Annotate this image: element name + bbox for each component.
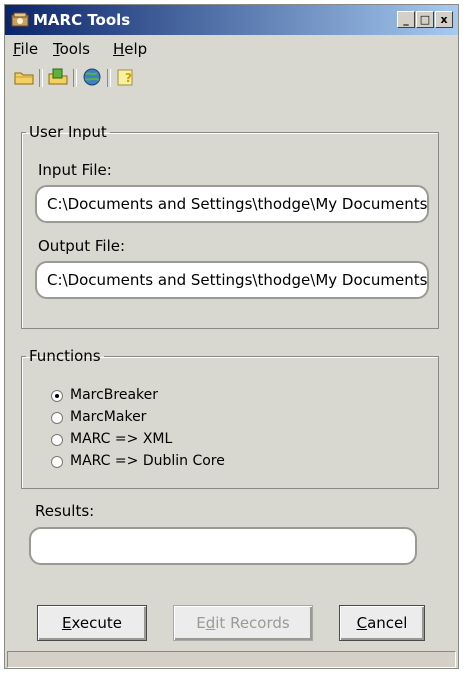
marc-tools-window: MARC Tools _ □ x File Tools Help ? User … [4,4,459,669]
output-file-field[interactable]: C:\Documents and Settings\thodge\My Docu… [35,261,429,299]
radio-label: MARC => Dublin Core [70,453,225,469]
output-file-label: Output File: [38,237,126,255]
radio-selected-dot [55,394,59,398]
toolbar: ? [5,63,458,93]
toolbar-separator [39,69,43,87]
radio-label: MarcBreaker [70,387,159,403]
edit-records-button[interactable]: Edit Records [173,605,313,641]
menu-bar: File Tools Help [5,38,458,60]
input-file-label: Input File: [38,161,112,179]
menu-help[interactable]: Help [113,40,147,58]
title-bar[interactable]: MARC Tools _ □ x [5,5,458,35]
maximize-button[interactable]: □ [416,11,434,28]
cancel-button[interactable]: Cancel [339,605,425,641]
menu-tools[interactable]: Tools [53,40,90,58]
radio-label: MARC => XML [70,431,173,447]
input-file-field[interactable]: C:\Documents and Settings\thodge\My Docu… [35,185,429,223]
status-bar [7,651,456,668]
open-record-icon[interactable] [47,67,69,87]
toolbar-separator [107,69,111,87]
help-icon[interactable]: ? [115,67,137,87]
radio-label: MarcMaker [70,409,147,425]
close-button[interactable]: x [435,11,453,28]
radio-button[interactable] [51,456,63,468]
window-title: MARC Tools [33,11,131,29]
minimize-button[interactable]: _ [397,11,415,28]
results-label: Results: [35,502,95,520]
results-field[interactable] [29,527,417,565]
radio-button[interactable] [51,412,63,424]
open-folder-icon[interactable] [13,67,35,87]
globe-icon[interactable] [81,67,103,87]
radio-button[interactable] [51,434,63,446]
menu-file[interactable]: File [13,40,38,58]
functions-legend: Functions [29,347,101,365]
svg-text:?: ? [125,71,132,85]
radio-button[interactable] [51,390,63,402]
execute-button[interactable]: Execute [37,605,147,641]
user-input-legend: User Input [29,123,107,141]
app-icon [11,12,29,27]
toolbar-separator [73,69,77,87]
